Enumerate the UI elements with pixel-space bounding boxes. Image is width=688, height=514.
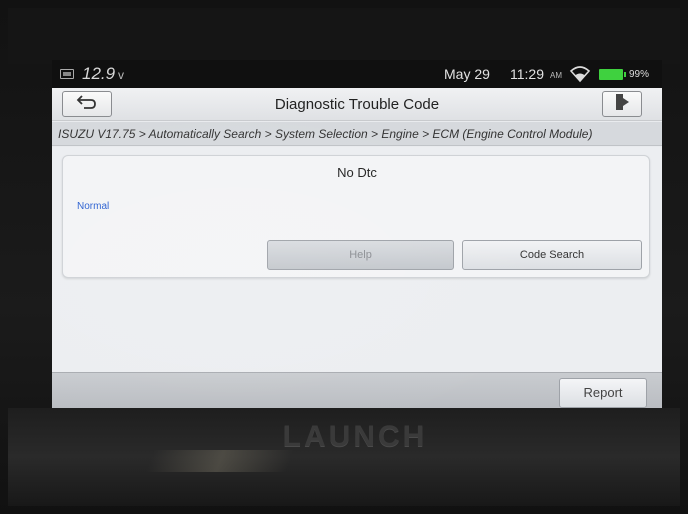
dtc-result-card: No Dtc Normal Help Code Search — [62, 155, 650, 278]
report-button[interactable]: Report — [559, 378, 647, 408]
page-title: Diagnostic Trouble Code — [274, 96, 440, 113]
voltage-unit: v — [118, 68, 124, 82]
help-button[interactable]: Help — [267, 240, 454, 270]
device-frame: 12.9 v May 29 11:29 AM 99% Diagnostic Tr… — [0, 0, 688, 514]
back-button[interactable] — [62, 91, 112, 117]
battery-percent: 99% — [629, 69, 650, 80]
code-search-button[interactable]: Code Search — [462, 240, 642, 270]
exit-button[interactable] — [602, 91, 642, 117]
vehicle-battery-icon — [60, 69, 74, 79]
status-ampm: AM — [550, 71, 562, 80]
status-time: 11:29 — [510, 66, 544, 82]
brand-logo: LAUNCH — [282, 420, 428, 453]
main-content: No Dtc Normal Help Code Search — [52, 147, 662, 372]
breadcrumb: ISUZU V17.75 > Automatically Search > Sy… — [52, 122, 662, 146]
dtc-result-title: No Dtc — [337, 165, 377, 180]
exit-icon — [614, 93, 630, 116]
wifi-icon — [569, 65, 591, 83]
title-bar: Diagnostic Trouble Code — [52, 88, 662, 121]
status-date: May 29 — [444, 66, 490, 82]
voltage-value: 12.9 — [82, 64, 116, 83]
dtc-status-text: Normal — [77, 201, 110, 212]
bezel-top — [8, 8, 680, 64]
battery-level-icon — [599, 69, 626, 80]
screen: 12.9 v May 29 11:29 AM 99% Diagnostic Tr… — [52, 60, 662, 412]
back-arrow-icon — [76, 94, 98, 115]
status-bar: 12.9 v May 29 11:29 AM 99% — [52, 60, 662, 88]
bottom-toolbar: Report — [52, 372, 662, 412]
